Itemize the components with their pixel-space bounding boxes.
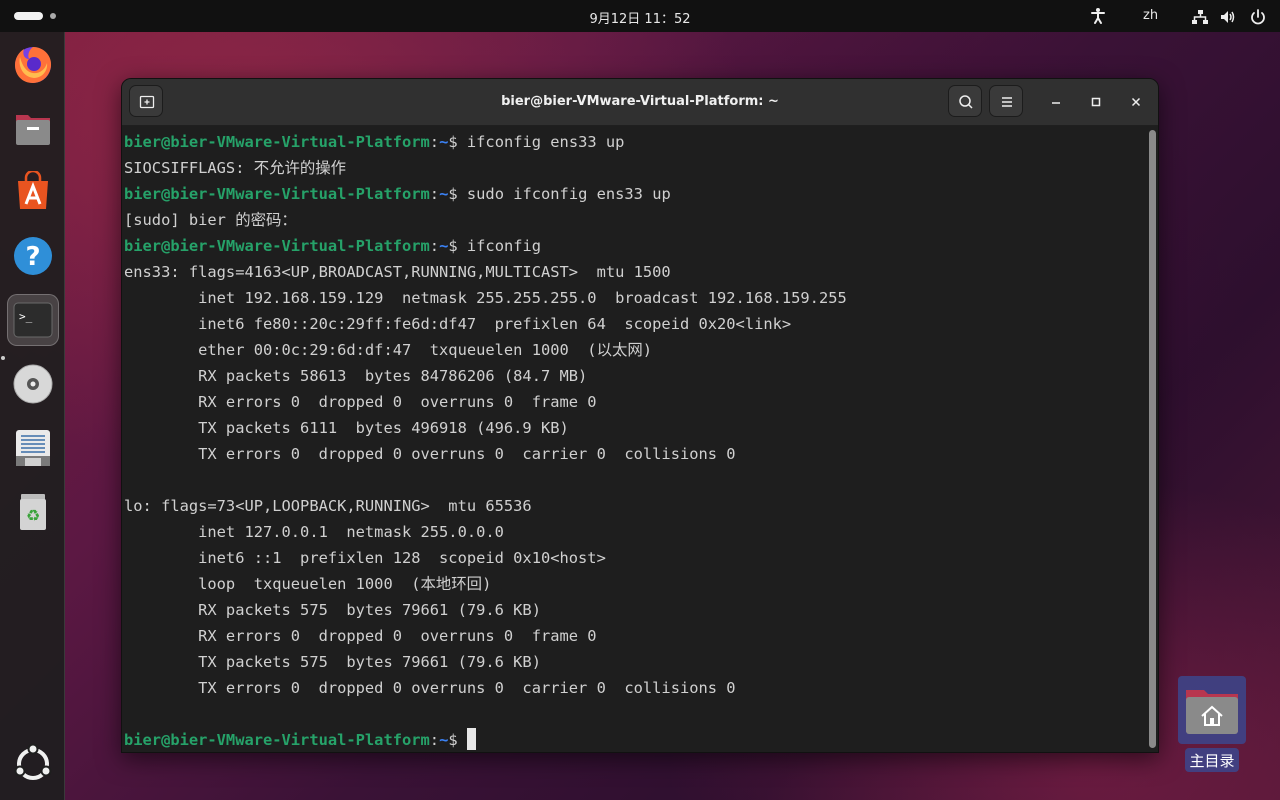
terminal-output-line: inet6 fe80::20c:29ff:fe6d:df47 prefixlen… [124,315,792,333]
svg-text:>_: >_ [19,310,33,323]
app-center-icon [18,171,48,209]
dock-firefox[interactable] [7,38,59,90]
prompt-dollar: $ [448,133,467,151]
svg-text:♻: ♻ [26,506,40,525]
top-bar: 9月12日 11：52 zh [0,0,1280,32]
disc-icon [13,364,53,404]
terminal-prompt-line: bier@bier-VMware-Virtual-Platform:~$ [124,727,1146,752]
show-apps-icon [14,743,52,780]
terminal-output-line: RX errors 0 dropped 0 overruns 0 frame 0 [124,627,597,645]
dock-text-editor[interactable] [7,422,59,474]
terminal-output-line: TX packets 6111 bytes 496918 (496.9 KB) [124,419,569,437]
svg-text:?: ? [25,242,40,272]
firefox-icon [15,47,52,83]
volume-icon [1221,11,1235,23]
terminal-output-line: TX errors 0 dropped 0 overruns 0 carrier… [124,445,736,463]
home-folder-label: 主目录 [1189,752,1235,770]
dock: ? >_ ♻ [0,32,65,800]
accessibility-icon[interactable] [1089,7,1107,25]
help-icon: ? [14,237,52,275]
maximize-icon [1091,97,1101,107]
dock-disc[interactable] [7,358,59,410]
prompt-dollar: $ [448,731,467,749]
terminal-output-line: RX packets 575 bytes 79661 (79.6 KB) [124,601,541,619]
network-icon [1192,10,1208,24]
dock-trash[interactable]: ♻ [7,486,59,538]
prompt-dollar: $ [448,185,467,203]
power-icon [1251,9,1265,25]
prompt-path: ~ [439,185,449,203]
terminal-output-line: ether 00:0c:29:6d:df:47 txqueuelen 1000 … [124,341,653,359]
close-button[interactable] [1127,93,1145,111]
trash-icon: ♻ [20,494,46,530]
terminal-output-line: inet 192.168.159.129 netmask 255.255.255… [124,289,847,307]
terminal-output-line: loop txqueuelen 1000 (本地环回) [124,575,492,593]
prompt-user-host: bier@bier-VMware-Virtual-Platform [124,185,430,203]
terminal-output-line: inet 127.0.0.1 netmask 255.0.0.0 [124,523,504,541]
minimize-icon [1052,102,1060,104]
prompt-user-host: bier@bier-VMware-Virtual-Platform [124,731,430,749]
prompt-separator: : [429,237,440,255]
command-text: sudo ifconfig ens33 up [466,185,671,203]
terminal-cursor [466,728,476,750]
terminal-output-line: RX errors 0 dropped 0 overruns 0 frame 0 [124,393,597,411]
terminal-output-line: inet6 ::1 prefixlen 128 scopeid 0x10<hos… [124,549,606,567]
prompt-separator: : [429,731,440,749]
prompt-path: ~ [439,731,449,749]
terminal-output[interactable]: bier@bier-VMware-Virtual-Platform:~$ ifc… [122,126,1146,752]
terminal-output-line: TX packets 575 bytes 79661 (79.6 KB) [124,653,541,671]
terminal-output-line: lo: flags=73<UP,LOOPBACK,RUNNING> mtu 65… [124,497,532,515]
dock-files[interactable] [7,102,59,154]
search-button[interactable] [948,85,982,117]
terminal-scrollbar[interactable] [1146,126,1158,752]
prompt-path: ~ [439,237,449,255]
hamburger-icon [1002,97,1012,107]
command-text: ifconfig ens33 up [466,133,625,151]
dock-help[interactable]: ? [7,230,59,282]
terminal-output-line: SIOCSIFFLAGS: 不允许的操作 [124,159,347,177]
command-text: ifconfig [466,237,542,255]
prompt-separator: : [429,133,440,151]
terminal-output-line: TX errors 0 dropped 0 overruns 0 carrier… [124,679,736,697]
prompt-dollar: $ [448,237,467,255]
terminal-output-line: ens33: flags=4163<UP,BROADCAST,RUNNING,M… [124,263,671,281]
terminal-output-line: RX packets 58613 bytes 84786206 (84.7 MB… [124,367,588,385]
prompt-user-host: bier@bier-VMware-Virtual-Platform [124,237,430,255]
terminal-prompt-line: bier@bier-VMware-Virtual-Platform:~$ sud… [124,181,1146,207]
dock-terminal[interactable]: >_ [7,294,59,346]
search-icon [959,95,973,109]
system-menu[interactable] [1191,8,1271,26]
terminal-prompt-line: bier@bier-VMware-Virtual-Platform:~$ ifc… [124,233,1146,259]
dock-app-center[interactable] [7,166,59,218]
files-icon [16,115,50,145]
language-indicator[interactable]: zh [1143,8,1158,23]
terminal-prompt-line: bier@bier-VMware-Virtual-Platform:~$ ifc… [124,129,1146,155]
clock[interactable]: 9月12日 11：52 [0,8,1280,27]
prompt-user-host: bier@bier-VMware-Virtual-Platform [124,133,430,151]
prompt-separator: : [429,185,440,203]
prompt-path: ~ [439,133,449,151]
close-icon [1131,97,1141,107]
terminal-window[interactable]: bier@bier-VMware-Virtual-Platform: ~ bie… [121,78,1159,753]
menu-button[interactable] [989,85,1023,117]
desktop-home-folder[interactable]: 主目录 [1178,676,1246,772]
text-editor-icon [16,430,50,466]
scrollbar-thumb[interactable] [1149,130,1156,748]
maximize-button[interactable] [1087,93,1105,111]
dock-running-indicator [1,356,5,360]
minimize-button[interactable] [1047,93,1065,111]
home-folder-icon [1186,690,1238,734]
terminal-output-line: [sudo] bier 的密码： [124,211,297,229]
terminal-icon: >_ [13,302,53,338]
dock-show-apps[interactable] [7,738,59,790]
window-titlebar[interactable]: bier@bier-VMware-Virtual-Platform: ~ [122,79,1158,126]
